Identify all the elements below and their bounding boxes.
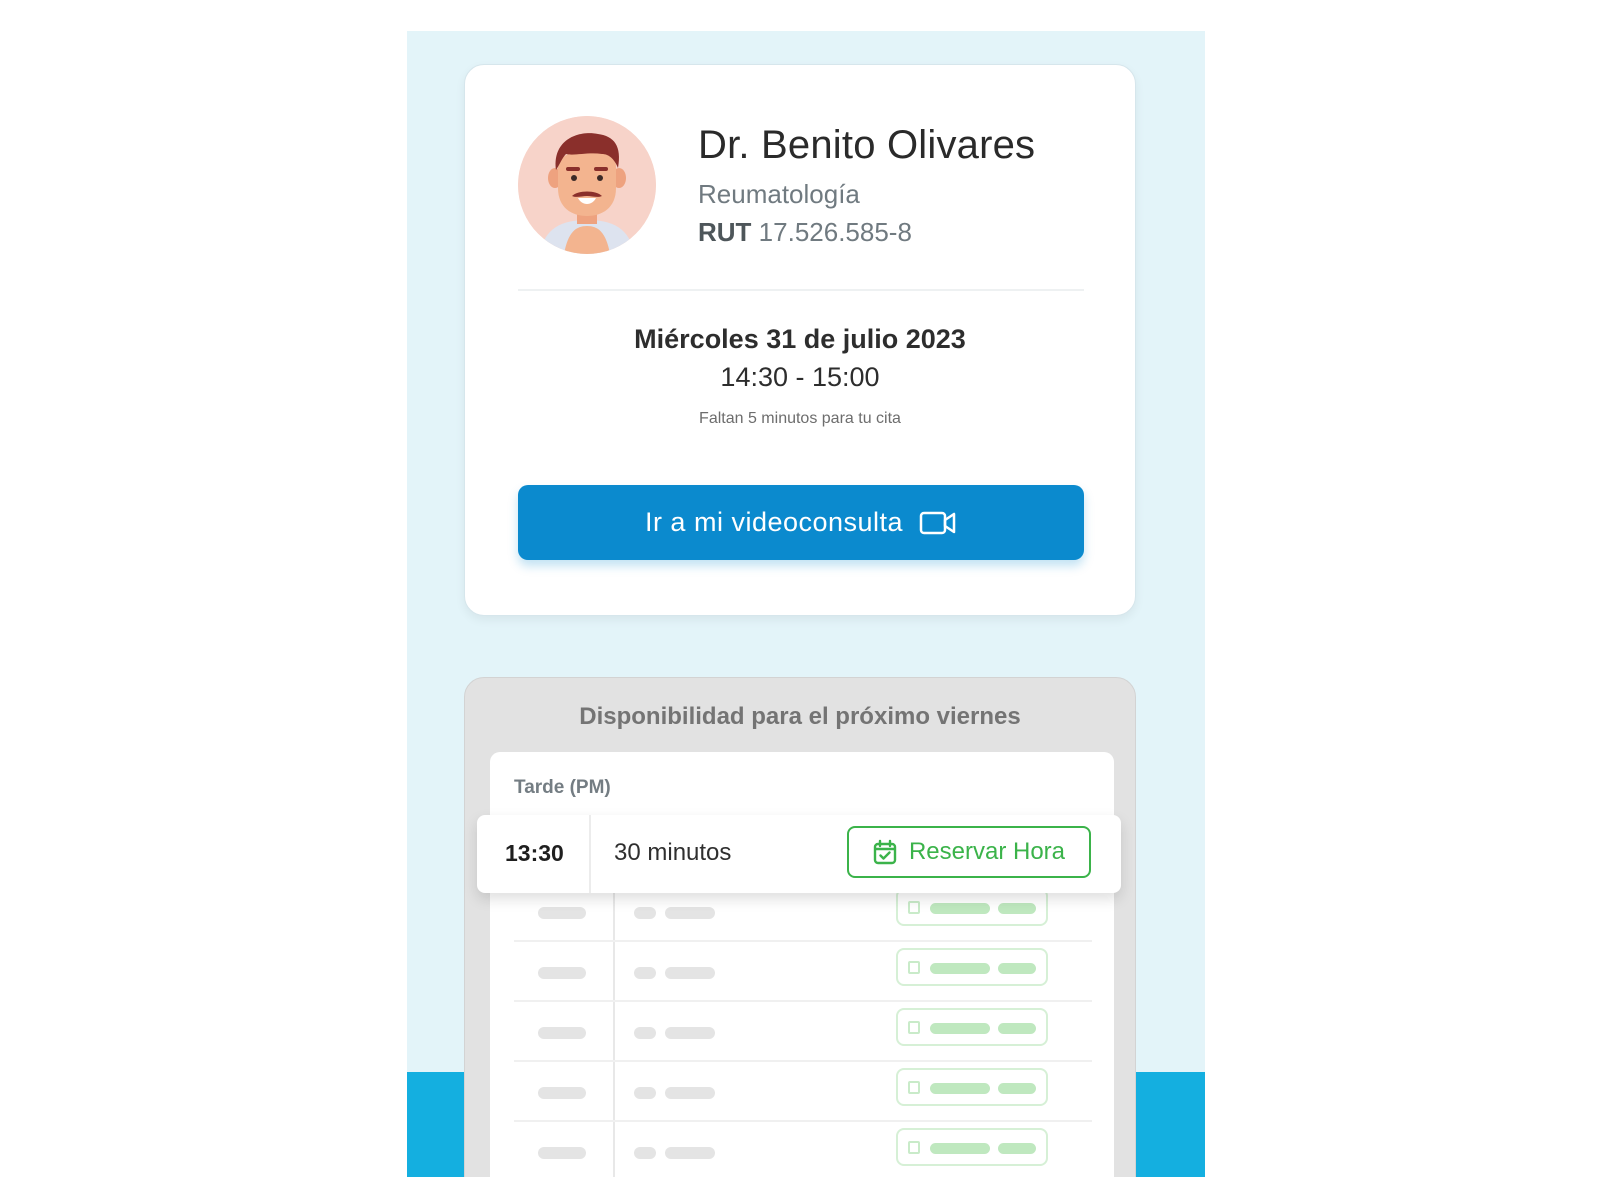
placeholder-reserve-button	[896, 948, 1048, 986]
app-screen: Dr. Benito Olivares Reumatología RUT 17.…	[407, 31, 1205, 1177]
appointment-time: 14:30 - 15:00	[720, 362, 880, 392]
slot-divider	[589, 815, 591, 893]
placeholder-duration	[665, 1087, 715, 1099]
reserve-slot-button[interactable]: Reservar Hora	[847, 826, 1091, 878]
slot-time: 13:30	[505, 840, 564, 866]
placeholder-duration	[634, 1027, 656, 1039]
calendar-check-icon	[908, 961, 920, 974]
placeholder-duration	[665, 907, 715, 919]
placeholder-time	[538, 1087, 586, 1099]
calendar-check-icon	[908, 1081, 920, 1094]
doctor-rut: RUT 17.526.585-8	[698, 217, 912, 248]
placeholder-slot-row	[490, 1062, 1114, 1122]
availability-title: Disponibilidad para el próximo viernes	[579, 703, 1021, 730]
calendar-check-icon	[873, 839, 897, 865]
calendar-check-icon	[908, 901, 920, 914]
join-videoconsult-label: Ir a mi videoconsulta	[644, 507, 904, 537]
placeholder-duration	[665, 1147, 715, 1159]
placeholder-slot-row	[490, 1002, 1114, 1062]
appointment-date: Miércoles 31 de julio 2023	[634, 324, 966, 354]
rut-label: RUT	[698, 217, 752, 247]
doctor-avatar	[518, 116, 656, 254]
highlighted-slot-row: 13:30 30 minutos Reservar Hora	[477, 815, 1121, 893]
placeholder-duration	[634, 907, 656, 919]
placeholder-reserve-button	[896, 1008, 1048, 1046]
card-divider	[518, 289, 1084, 291]
doctor-avatar-illustration	[518, 116, 656, 254]
placeholder-duration	[665, 1027, 715, 1039]
placeholder-slot-row	[490, 942, 1114, 1002]
appointment-countdown: Faltan 5 minutos para tu cita	[699, 410, 901, 427]
calendar-check-icon	[908, 1021, 920, 1034]
join-videoconsult-button[interactable]: Ir a mi videoconsulta	[518, 485, 1084, 560]
slot-duration: 30 minutos	[614, 839, 732, 866]
placeholder-reserve-button	[896, 1068, 1048, 1106]
placeholder-duration	[634, 1087, 656, 1099]
calendar-check-icon	[908, 1141, 920, 1154]
placeholder-time	[538, 1147, 586, 1159]
placeholder-duration	[634, 1147, 656, 1159]
rut-value: 17.526.585-8	[758, 217, 912, 247]
availability-card: Disponibilidad para el próximo viernes T…	[464, 677, 1136, 1177]
appointment-card: Dr. Benito Olivares Reumatología RUT 17.…	[464, 64, 1136, 616]
placeholder-duration	[634, 967, 656, 979]
placeholder-time	[538, 907, 586, 919]
afternoon-section-label: Tarde (PM)	[514, 777, 611, 798]
doctor-name: Dr. Benito Olivares	[698, 123, 1036, 167]
placeholder-time	[538, 967, 586, 979]
reserve-slot-label: Reservar Hora	[908, 838, 1066, 865]
placeholder-reserve-button	[896, 1128, 1048, 1166]
placeholder-slot-row	[490, 1122, 1114, 1177]
placeholder-time	[538, 1027, 586, 1039]
placeholder-duration	[665, 967, 715, 979]
video-camera-icon	[919, 511, 956, 534]
doctor-specialty: Reumatología	[698, 179, 860, 209]
placeholder-reserve-button	[896, 888, 1048, 926]
